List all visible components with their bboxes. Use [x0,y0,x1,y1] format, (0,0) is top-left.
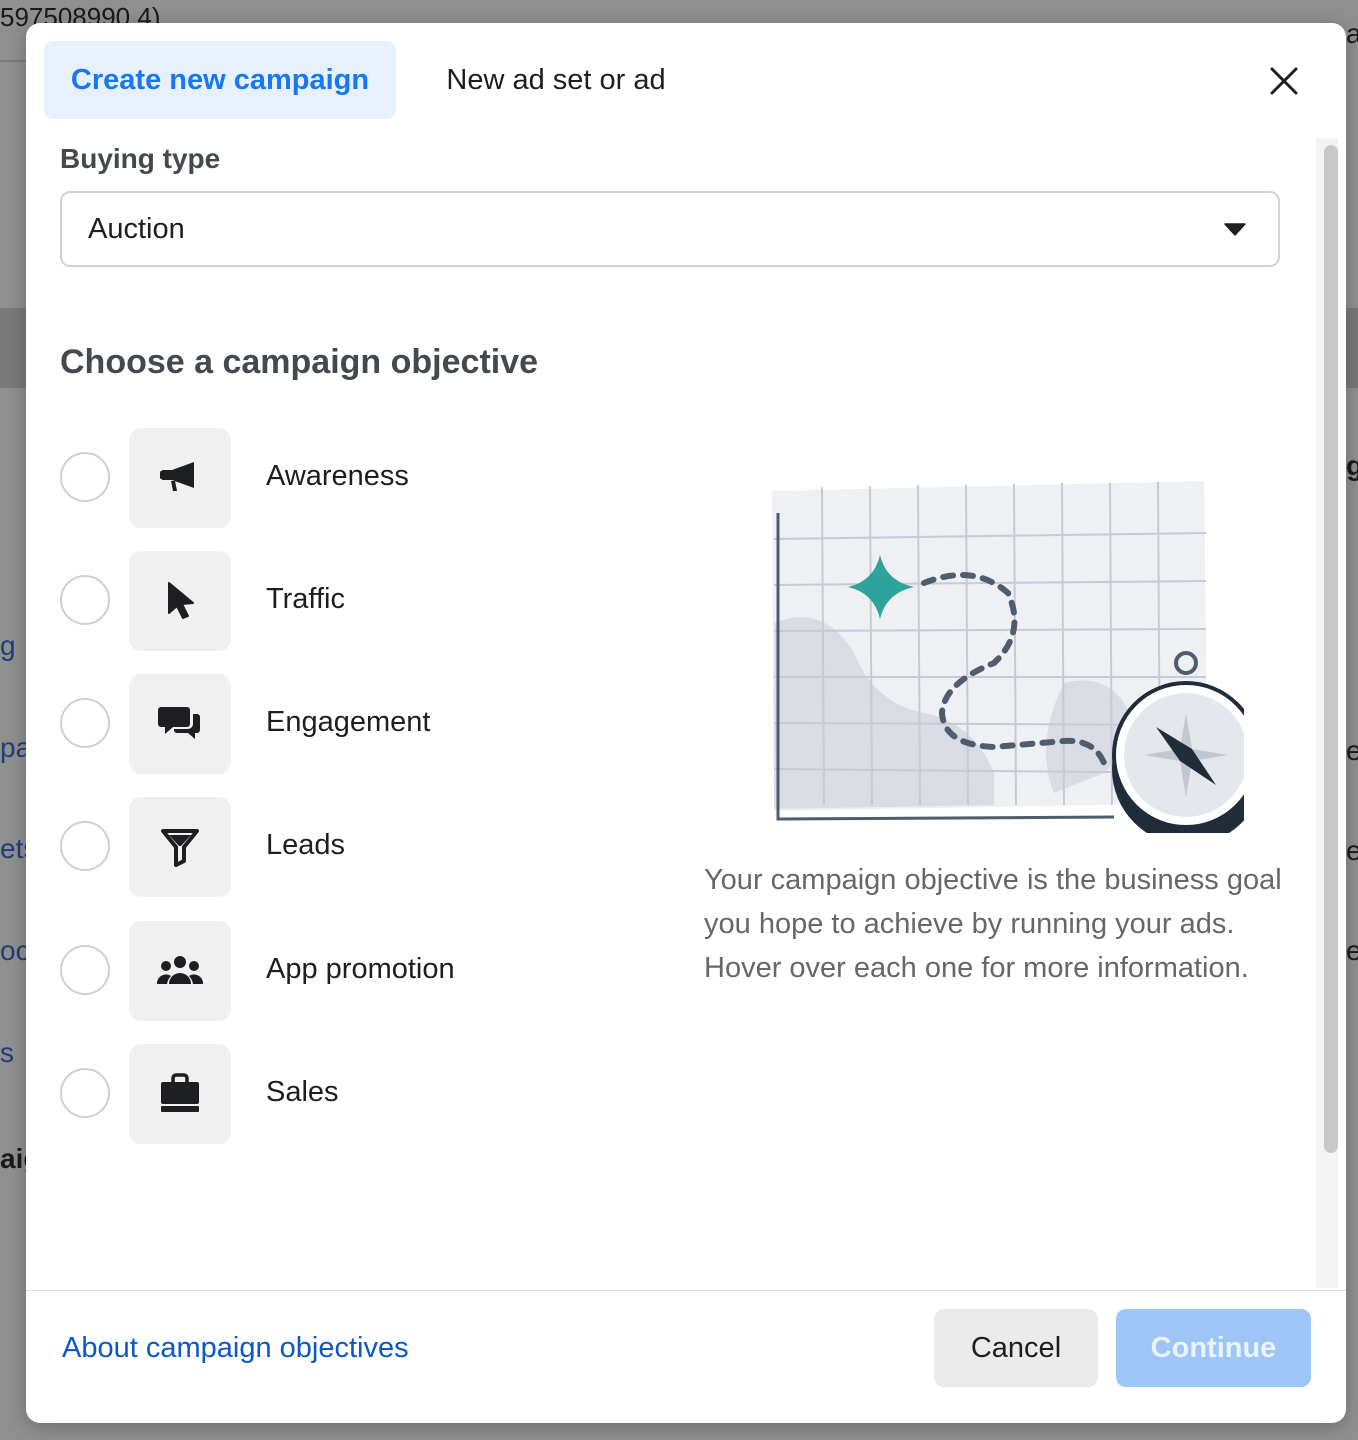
objective-label: Leads [266,829,346,861]
objective-option-engagement[interactable]: Engagement [60,674,660,774]
bg-fragment: ar [1346,18,1358,49]
tab-create-new-campaign[interactable]: Create new campaign [44,41,396,119]
objective-icon-box [129,551,231,651]
objective-label: Awareness [266,460,409,492]
objective-icon-box [129,797,231,897]
buying-type-select[interactable]: Auction [60,191,1280,267]
radio-button[interactable] [60,452,110,502]
objective-icon-box [129,1044,231,1144]
cursor-icon [168,582,194,619]
objective-label: App promotion [266,953,455,985]
shopping-bag-icon [161,1073,199,1112]
objective-icon-box [129,428,231,528]
bg-fragment: e [1346,735,1358,766]
objective-option-leads[interactable]: Leads [60,797,660,897]
buying-type-label: Buying type [60,143,221,174]
close-button[interactable] [1258,61,1310,101]
close-icon [1270,67,1298,95]
people-group-icon [156,956,204,984]
about-campaign-objectives-link[interactable]: About campaign objectives [62,1332,409,1365]
megaphone-icon [160,462,194,491]
objective-heading: Choose a campaign objective [60,343,539,381]
filter-icon [161,829,199,867]
objective-icon-box [129,674,231,774]
create-campaign-dialog: Create new campaign New ad set or ad Buy… [26,23,1346,1423]
objective-option-sales[interactable]: Sales [60,1044,660,1144]
objective-option-traffic[interactable]: Traffic [60,551,660,651]
scrollbar-thumb[interactable] [1324,145,1338,1153]
objective-icon-box [129,921,231,1021]
objective-label: Engagement [266,706,431,738]
tab-new-ad-set-or-ad[interactable]: New ad set or ad [418,41,694,119]
objective-label: Traffic [266,583,345,615]
chat-bubbles-icon [158,707,200,739]
footer-divider [26,1290,1346,1291]
objective-option-awareness[interactable]: Awareness [60,428,660,528]
caret-down-icon [1224,223,1246,236]
radio-button[interactable] [60,698,110,748]
bg-fragment: s [0,1037,14,1068]
buying-type-value: Auction [88,212,185,245]
objective-option-app-promotion[interactable]: App promotion [60,921,660,1021]
radio-button[interactable] [60,575,110,625]
bg-fragment: gy [1346,450,1358,481]
bg-fragment: e [1346,835,1358,866]
objective-description: Your campaign objective is the business … [704,864,1282,984]
cancel-button[interactable]: Cancel [934,1309,1098,1387]
bg-divider [0,60,26,62]
bg-toolbar-right [1346,308,1358,388]
bg-fragment: g [0,630,16,661]
objective-label: Sales [266,1076,339,1108]
bg-toolbar [0,308,26,388]
radio-button[interactable] [60,945,110,995]
map-compass-illustration [772,481,1244,833]
radio-button[interactable] [60,821,110,871]
radio-button[interactable] [60,1068,110,1118]
bg-fragment: e [1346,935,1358,966]
continue-button[interactable]: Continue [1116,1309,1311,1387]
